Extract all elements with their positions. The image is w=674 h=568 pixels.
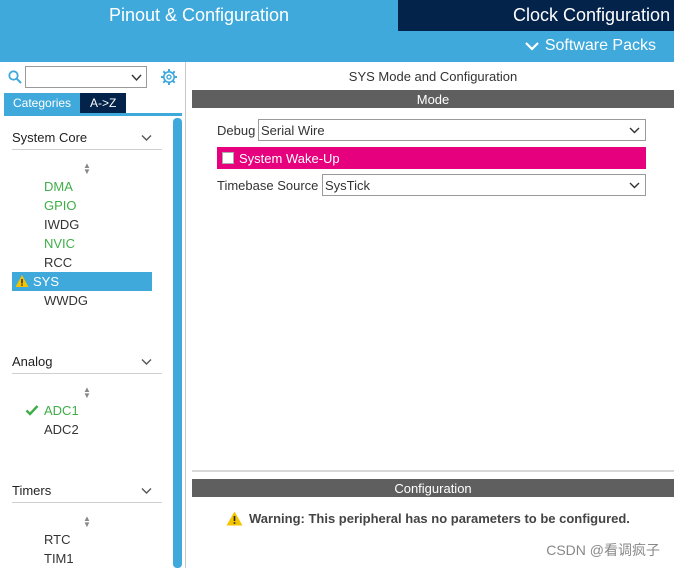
software-packs-label: Software Packs bbox=[544, 37, 656, 54]
warning-icon bbox=[15, 275, 29, 287]
timebase-source-select[interactable]: SysTick bbox=[322, 174, 646, 196]
item-label: DMA bbox=[44, 179, 73, 194]
tab-categories[interactable]: Categories bbox=[4, 93, 81, 113]
debug-select-value: Serial Wire bbox=[261, 122, 325, 138]
item-label: ADC1 bbox=[44, 403, 79, 418]
item-label: GPIO bbox=[44, 198, 77, 213]
chevron-down-icon bbox=[525, 42, 539, 51]
debug-label: Debug bbox=[217, 123, 256, 138]
sort-arrows-icon[interactable]: ▲ ▼ bbox=[82, 162, 92, 176]
search-input[interactable] bbox=[25, 66, 147, 88]
watermark: CSDN @看调疯子 bbox=[546, 542, 660, 558]
gear-icon[interactable] bbox=[160, 68, 178, 86]
list-item-rcc[interactable]: RCC bbox=[12, 253, 152, 272]
tab-clock-configuration[interactable]: Clock Configuration bbox=[398, 0, 674, 31]
panel-divider[interactable] bbox=[192, 470, 674, 472]
system-wakeup-checkbox[interactable] bbox=[222, 152, 234, 164]
tab-a-to-z[interactable]: A->Z bbox=[80, 93, 127, 113]
list-item-adc2[interactable]: ADC2 bbox=[12, 420, 152, 439]
item-label: RTC bbox=[44, 532, 71, 547]
group-system-core[interactable]: System Core bbox=[12, 126, 162, 150]
warning-icon bbox=[226, 511, 243, 526]
no-parameters-warning: Warning: This peripheral has no paramete… bbox=[226, 511, 630, 526]
item-label: IWDG bbox=[44, 217, 80, 232]
page-title: SYS Mode and Configuration bbox=[348, 68, 518, 84]
list-item-dma[interactable]: DMA bbox=[12, 177, 152, 196]
item-label: TIM1 bbox=[44, 551, 74, 566]
top-bar: Pinout & Configuration Clock Configurati… bbox=[0, 0, 674, 62]
group-analog[interactable]: Analog bbox=[12, 350, 162, 374]
tab-pinout-configuration[interactable]: Pinout & Configuration bbox=[0, 0, 398, 31]
chevron-down-icon bbox=[629, 182, 640, 189]
chevron-down-icon bbox=[131, 74, 142, 82]
software-packs-menu[interactable]: Software Packs bbox=[525, 35, 656, 57]
left-panel: Categories A->Z System Core ▲ ▼ DMA GPIO … bbox=[0, 62, 186, 568]
search-icon[interactable] bbox=[8, 70, 22, 84]
item-label: RCC bbox=[44, 255, 73, 270]
timebase-source-label: Timebase Source bbox=[217, 178, 319, 193]
chevron-down-icon bbox=[141, 358, 152, 365]
timebase-source-value: SysTick bbox=[325, 177, 371, 193]
list-item-tim1[interactable]: TIM1 bbox=[12, 549, 152, 568]
category-list: System Core ▲ ▼ DMA GPIO IWDG NVIC RCC SY… bbox=[0, 116, 172, 568]
configuration-section-header[interactable]: Configuration bbox=[192, 479, 674, 497]
sort-arrows-icon[interactable]: ▲ ▼ bbox=[82, 515, 92, 529]
chevron-down-icon bbox=[629, 127, 640, 134]
warning-text: Warning: This peripheral has no paramete… bbox=[249, 511, 630, 526]
group-title: System Core bbox=[12, 130, 88, 145]
list-item-iwdg[interactable]: IWDG bbox=[12, 215, 152, 234]
debug-select[interactable]: Serial Wire bbox=[258, 119, 646, 141]
group-title: Analog bbox=[12, 354, 53, 369]
item-label: SYS bbox=[33, 274, 60, 289]
item-label: NVIC bbox=[44, 236, 76, 251]
list-item-gpio[interactable]: GPIO bbox=[12, 196, 152, 215]
mode-section-header[interactable]: Mode bbox=[192, 90, 674, 108]
item-label: WWDG bbox=[44, 293, 89, 308]
group-title: Timers bbox=[12, 483, 52, 498]
group-header-analog[interactable]: Analog bbox=[12, 350, 162, 374]
chevron-down-icon bbox=[141, 134, 152, 141]
list-item-nvic[interactable]: NVIC bbox=[12, 234, 152, 253]
group-header-system-core[interactable]: System Core bbox=[12, 126, 162, 150]
category-tabs: Categories A->Z bbox=[4, 93, 127, 113]
search-row bbox=[6, 66, 182, 88]
check-icon bbox=[25, 405, 39, 416]
list-item-adc1[interactable]: ADC1 bbox=[12, 401, 152, 420]
list-item-wwdg[interactable]: WWDG bbox=[12, 291, 152, 310]
item-label: ADC2 bbox=[44, 422, 79, 437]
chevron-down-icon bbox=[141, 487, 152, 494]
system-wakeup-label: System Wake-Up bbox=[239, 150, 340, 166]
list-item-rtc[interactable]: RTC bbox=[12, 530, 152, 549]
group-header-timers[interactable]: Timers bbox=[12, 479, 162, 503]
sidebar-scrollbar[interactable] bbox=[173, 118, 182, 568]
group-timers[interactable]: Timers bbox=[12, 479, 162, 503]
sort-arrows-icon[interactable]: ▲ ▼ bbox=[82, 386, 92, 400]
system-wakeup-row[interactable]: System Wake-Up bbox=[217, 147, 646, 169]
list-item-sys[interactable]: SYS bbox=[12, 272, 152, 291]
